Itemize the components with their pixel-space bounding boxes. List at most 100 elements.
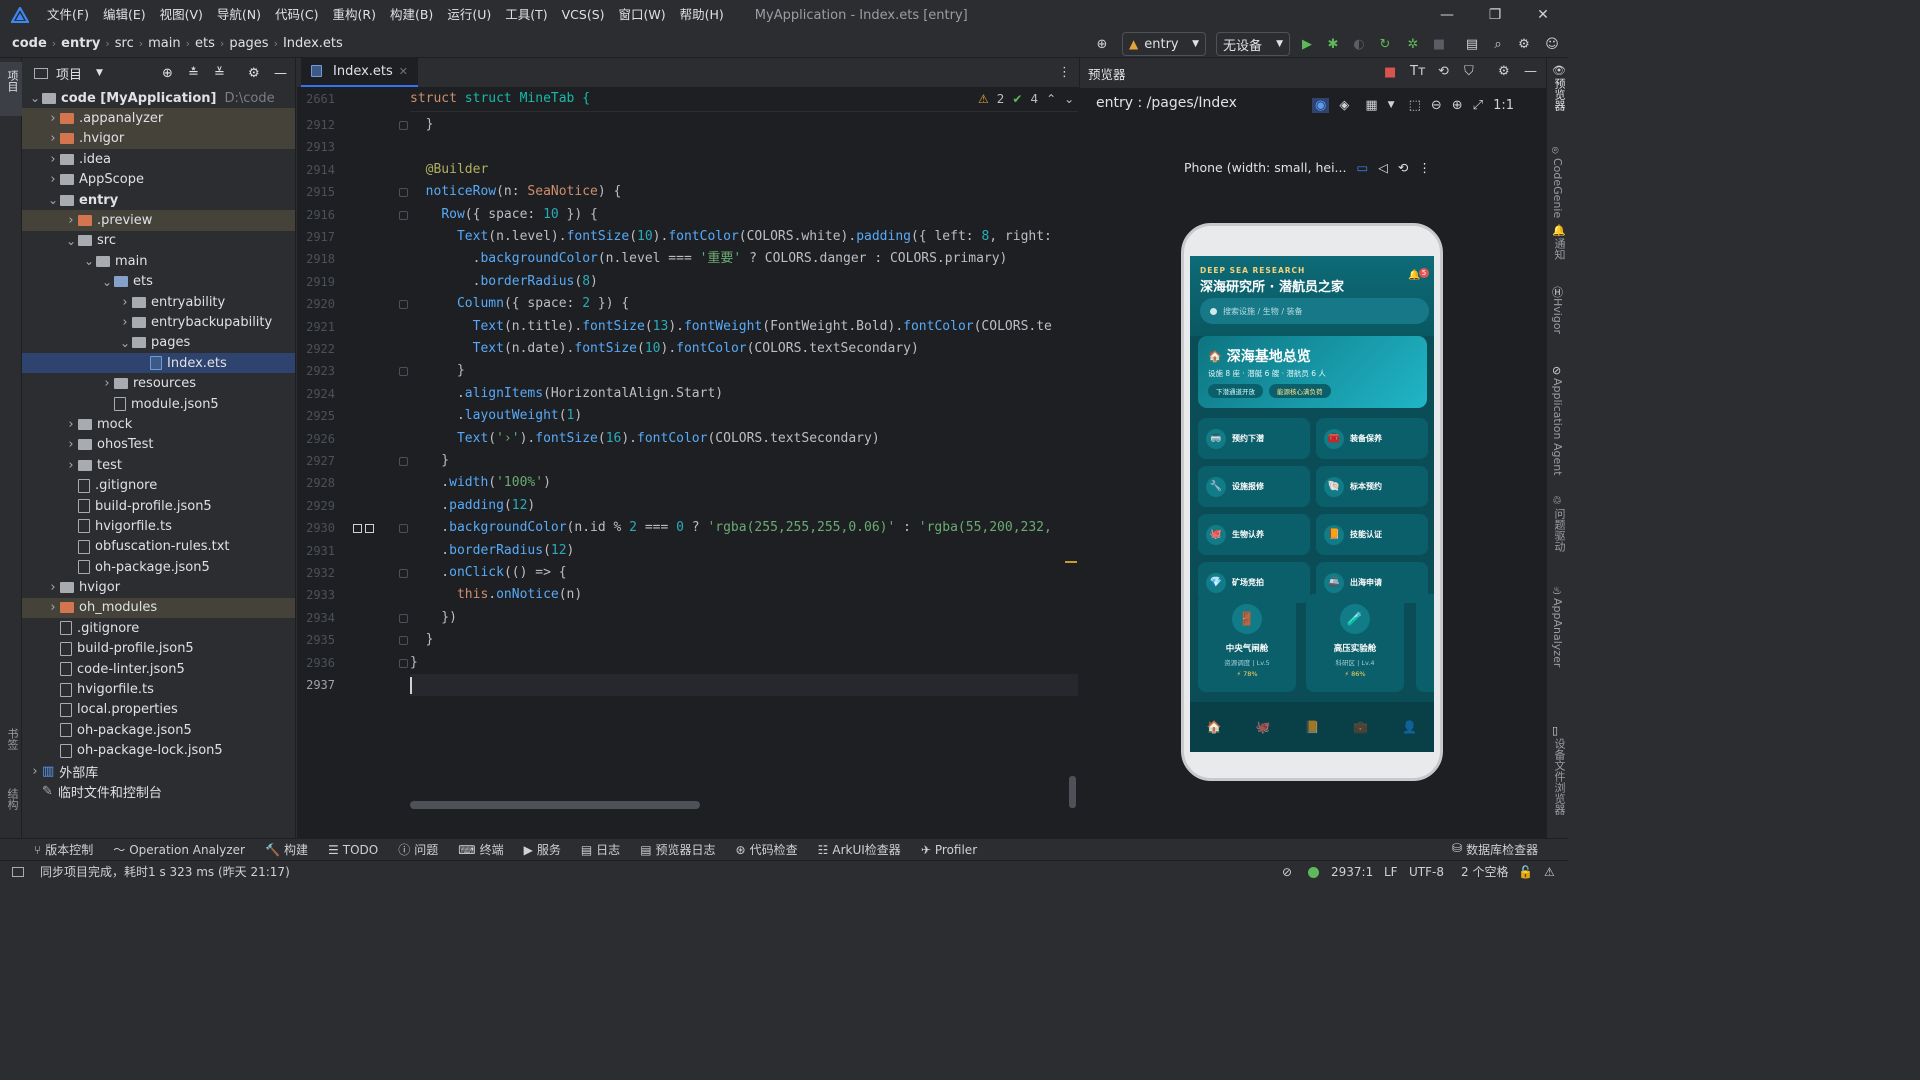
tree-item[interactable]: › AppScope — [22, 170, 295, 190]
chevron-right-icon[interactable]: › — [64, 437, 78, 452]
tree-item[interactable]: › entryability — [22, 292, 295, 312]
chevron-down-icon[interactable]: ⌄ — [100, 275, 114, 289]
tree-item[interactable]: oh-package.json5 — [22, 557, 295, 577]
chevron-right-icon[interactable]: › — [28, 764, 42, 779]
chevron-down-icon[interactable]: ▼ — [96, 68, 103, 78]
multi-device-icon[interactable]: ▦ — [1365, 98, 1377, 113]
structure-tool-label[interactable]: 结构 — [4, 788, 20, 810]
font-size-icon[interactable]: Tт — [1410, 64, 1426, 79]
right-tool-label[interactable]: 问题驱动 — [1551, 508, 1567, 552]
bottom-tool-button[interactable]: ✈ Profiler — [921, 843, 977, 857]
bottom-tool-button[interactable]: 〜 Operation Analyzer — [113, 841, 245, 858]
collapse-all-icon[interactable]: ≚ — [214, 66, 225, 81]
menu-item[interactable]: 帮助(H) — [673, 0, 731, 30]
bottom-tool-button[interactable]: ▶ 服务 — [524, 841, 561, 858]
tree-item[interactable]: ⌄ ets — [22, 272, 295, 292]
prev-highlight-icon[interactable]: ⌃ — [1046, 92, 1056, 106]
right-tool-label[interactable]: CodeGenie — [1551, 158, 1564, 218]
menu-item[interactable]: 构建(B) — [383, 0, 440, 30]
db-inspector-button[interactable]: ⛁ 数据库检查器 — [1452, 841, 1538, 858]
server-status-icon[interactable] — [1308, 867, 1319, 878]
lock-icon[interactable]: 🔓 — [1518, 865, 1533, 879]
inspector-icon[interactable]: ⛉ — [1464, 64, 1474, 79]
bottom-tool-button[interactable]: ⓘ 问题 — [398, 841, 438, 858]
tree-item[interactable]: local.properties — [22, 700, 295, 720]
quick-action-card[interactable]: 🐙 生物认养 — [1198, 514, 1310, 555]
chevron-right-icon[interactable]: › — [46, 580, 60, 595]
fold-marker-icon[interactable] — [399, 367, 408, 377]
tree-item[interactable]: › ▥ 外部库 — [22, 761, 295, 781]
tree-item[interactable]: › entrybackupability — [22, 312, 295, 332]
rerun-icon[interactable]: ↻ — [1376, 33, 1394, 55]
hide-panel-icon[interactable]: — — [1524, 64, 1537, 79]
settings-gear-icon[interactable]: ⚙ — [1514, 33, 1534, 55]
no-signal-icon[interactable]: ⊘ — [1282, 865, 1292, 879]
chevron-right-icon[interactable]: › — [118, 315, 132, 330]
fold-marker-icon[interactable] — [399, 613, 408, 623]
chevron-right-icon[interactable]: › — [46, 111, 60, 126]
close-tab-icon[interactable]: ✕ — [399, 65, 408, 78]
bottom-tool-button[interactable]: ⌨ 终端 — [458, 841, 503, 858]
fold-marker-icon[interactable] — [399, 210, 408, 220]
bottom-tool-button[interactable]: ⑂ 版本控制 — [34, 841, 93, 858]
hide-panel-icon[interactable]: — — [274, 66, 287, 81]
bottom-tool-button[interactable]: ⊛ 代码检查 — [736, 841, 798, 858]
breadcrumb-item[interactable]: ets — [195, 36, 215, 51]
menu-item[interactable]: 工具(T) — [498, 0, 554, 30]
quick-action-card[interactable]: 🔧 设施报修 — [1198, 466, 1310, 507]
tree-item[interactable]: build-profile.json5 — [22, 639, 295, 659]
fold-marker-icon[interactable] — [399, 658, 408, 668]
back-icon[interactable]: ◁ — [1378, 160, 1388, 175]
layers-icon[interactable]: ◈ — [1339, 98, 1349, 113]
rotate-icon[interactable]: ⟲ — [1398, 160, 1408, 175]
creature-tab-icon[interactable]: 🐙 — [1256, 720, 1271, 734]
tree-item[interactable]: › .appanalyzer — [22, 108, 295, 129]
chevron-down-icon[interactable]: ⌄ — [28, 91, 42, 105]
project-tool-button[interactable]: 项目 — [0, 62, 22, 116]
chevron-down-icon[interactable]: ⌄ — [118, 336, 132, 350]
facility-card[interactable]: 🧪 高压实验舱 科研区 | Lv.4 ⚡ 86% — [1306, 594, 1404, 692]
restore-button[interactable]: ❐ — [1472, 0, 1518, 30]
menu-item[interactable]: 代码(C) — [268, 0, 325, 30]
right-tool-label[interactable]: 设备文件浏览器 — [1551, 738, 1567, 815]
close-button[interactable]: ✕ — [1520, 0, 1566, 30]
chevron-right-icon[interactable]: › — [100, 376, 114, 391]
chevron-right-icon[interactable]: › — [64, 213, 78, 228]
fold-marker-icon[interactable] — [399, 300, 408, 310]
device-select[interactable]: 无设备 ▼ — [1216, 32, 1290, 56]
next-highlight-icon[interactable]: ⌄ — [1064, 92, 1074, 106]
profile-tab-icon[interactable]: 👤 — [1402, 720, 1417, 734]
bottom-tool-button[interactable]: ☷ ArkUI检查器 — [818, 841, 901, 858]
chevron-right-icon[interactable]: › — [46, 152, 60, 167]
chevron-right-icon[interactable]: › — [46, 131, 60, 146]
tree-item[interactable]: ⌄ src — [22, 231, 295, 251]
caret-position[interactable]: 2937:1 — [1331, 865, 1373, 879]
bookmarks-tool-label[interactable]: 书签 — [4, 728, 20, 750]
chevron-right-icon[interactable]: › — [46, 172, 60, 187]
agent-icon[interactable]: ⊘ — [1552, 364, 1561, 377]
quick-action-card[interactable]: 🧰 装备保养 — [1316, 418, 1428, 459]
fit-icon[interactable]: ⬚ — [1409, 98, 1421, 113]
codegenie-icon[interactable]: ⌾ — [1552, 144, 1559, 158]
chevron-down-icon[interactable]: ⌄ — [64, 234, 78, 248]
refresh-icon[interactable]: ⟲ — [1438, 64, 1449, 79]
notification-bell-icon[interactable]: 🔔 — [1552, 224, 1566, 237]
previewer-eye-icon[interactable]: 👁 — [1552, 64, 1566, 77]
tree-item[interactable]: › oh_modules — [22, 597, 295, 619]
chevron-right-icon[interactable]: › — [64, 458, 78, 473]
settings-gear-icon[interactable]: ⚙ — [1498, 64, 1510, 79]
tree-item[interactable]: › mock — [22, 414, 295, 434]
books-tab-icon[interactable]: 📙 — [1305, 720, 1320, 734]
breadcrumb-item[interactable]: pages — [229, 36, 268, 51]
analyzer-icon[interactable]: ♨ — [1552, 584, 1562, 597]
tree-item[interactable]: build-profile.json5 — [22, 496, 295, 516]
fold-marker-icon[interactable] — [399, 524, 408, 534]
device-frame-icon[interactable]: ▭ — [1356, 160, 1368, 175]
chevron-right-icon[interactable]: › — [118, 295, 132, 310]
horizontal-scrollbar[interactable] — [410, 801, 700, 809]
line-separator[interactable]: LF — [1384, 865, 1398, 879]
menu-item[interactable]: 窗口(W) — [612, 0, 673, 30]
chevron-down-icon[interactable]: ⌄ — [82, 254, 96, 268]
chevron-right-icon[interactable]: › — [46, 600, 60, 615]
stop-preview-icon[interactable]: ■ — [1384, 65, 1396, 80]
